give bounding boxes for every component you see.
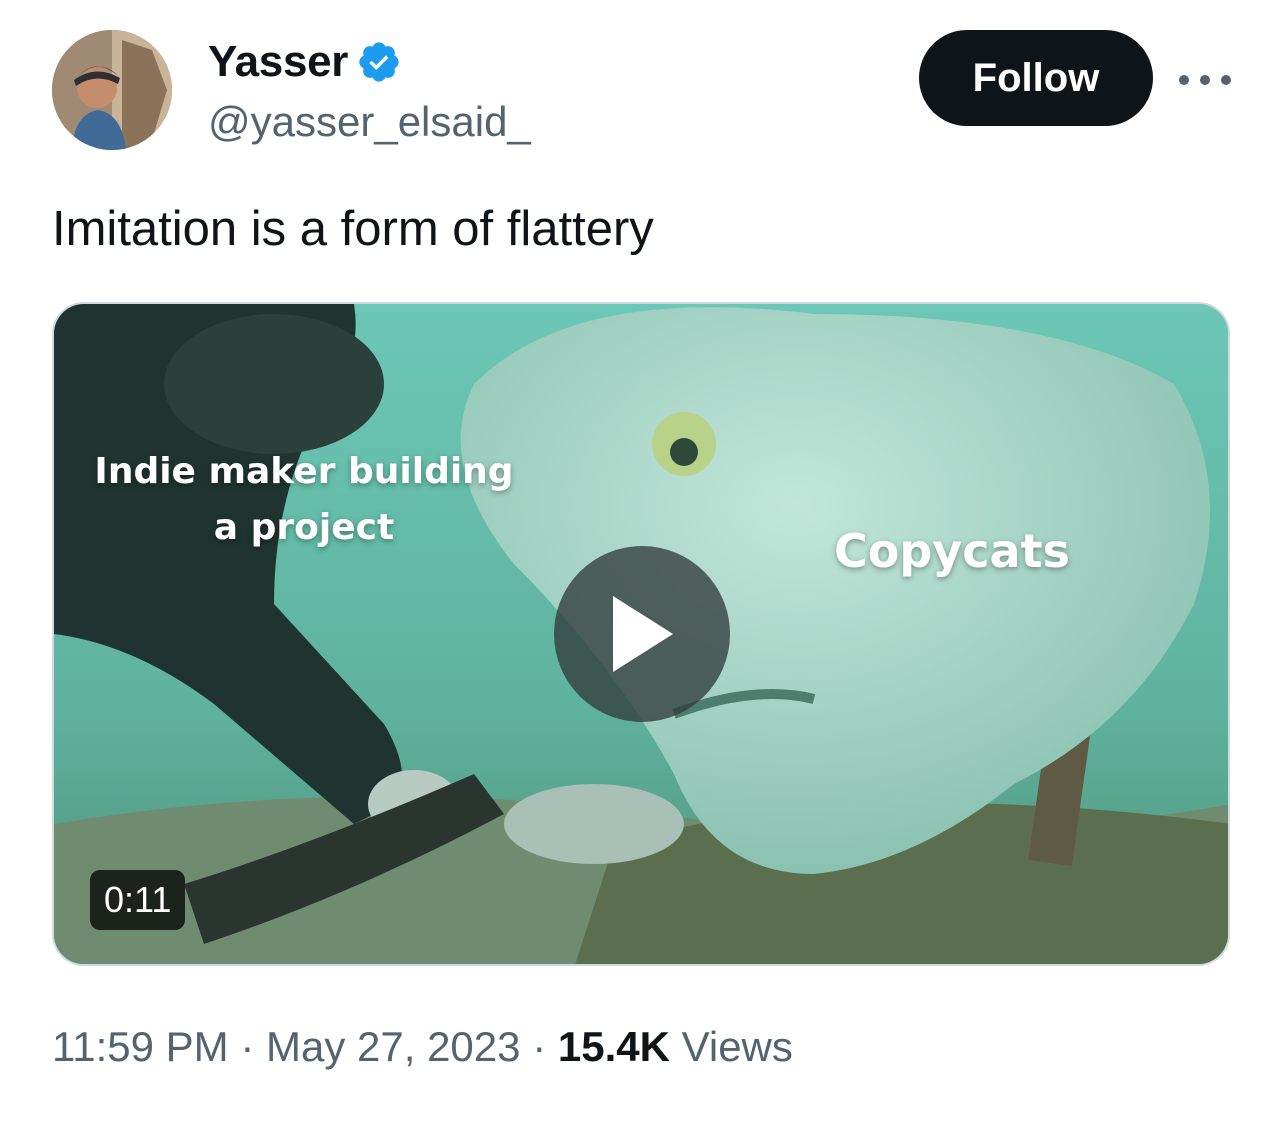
follow-button[interactable]: Follow bbox=[919, 30, 1153, 126]
meta-separator: · bbox=[240, 1023, 255, 1070]
caption-copycats: Copycats bbox=[834, 524, 1070, 578]
caption-indie-maker: Indie maker building a project bbox=[94, 451, 514, 548]
more-dot bbox=[1221, 75, 1231, 85]
profile-photo-icon bbox=[52, 30, 172, 150]
meta-separator: · bbox=[532, 1023, 547, 1070]
verified-badge-icon bbox=[356, 39, 402, 85]
author-display-name[interactable]: Yasser bbox=[208, 34, 348, 90]
views-label[interactable]: Views bbox=[682, 1023, 793, 1070]
tweet-header: Yasser @yasser_elsaid_ Follow bbox=[52, 30, 1242, 154]
more-dot bbox=[1179, 75, 1189, 85]
author-handle[interactable]: @yasser_elsaid_ bbox=[208, 94, 531, 150]
play-icon[interactable] bbox=[554, 546, 730, 722]
video-duration-badge: 0:11 bbox=[90, 870, 186, 930]
tweet-text: Imitation is a form of flattery bbox=[52, 202, 654, 256]
avatar[interactable] bbox=[52, 30, 172, 150]
author-info[interactable]: Yasser @yasser_elsaid_ bbox=[208, 34, 531, 150]
views-count[interactable]: 15.4K bbox=[558, 1023, 670, 1070]
tweet-time[interactable]: 11:59 PM bbox=[52, 1023, 229, 1070]
tweet-date[interactable]: May 27, 2023 bbox=[266, 1023, 521, 1070]
more-options-icon[interactable] bbox=[1179, 60, 1231, 100]
video-player[interactable]: Indie maker building a project Copycats … bbox=[52, 302, 1230, 966]
tweet-meta: 11:59 PM · May 27, 2023 · 15.4K Views bbox=[52, 1018, 793, 1076]
play-triangle bbox=[613, 596, 673, 672]
more-dot bbox=[1200, 75, 1210, 85]
